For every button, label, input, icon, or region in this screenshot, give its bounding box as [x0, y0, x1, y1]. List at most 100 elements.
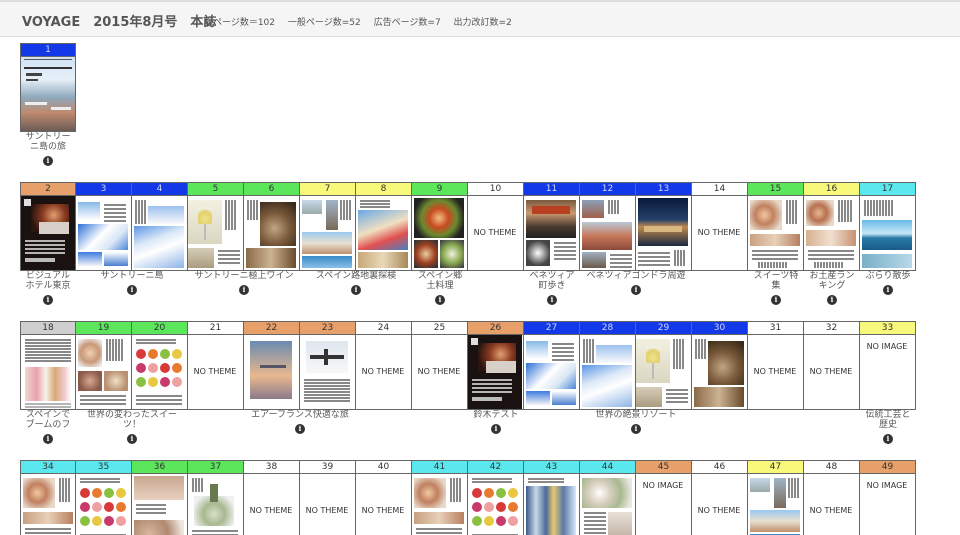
page-47[interactable]: 47	[748, 460, 804, 535]
page-28[interactable]: 28	[580, 321, 636, 410]
info-icon[interactable]: i	[127, 434, 137, 444]
page-4[interactable]: 4	[132, 182, 188, 271]
page-6[interactable]: 6	[244, 182, 300, 271]
page-42[interactable]: 42	[468, 460, 524, 535]
page-20[interactable]: 20	[132, 321, 188, 410]
theme-label[interactable]: スペイン路地裏探検	[296, 271, 416, 281]
page-26[interactable]: 26	[468, 321, 524, 410]
page-18[interactable]: 18	[20, 321, 76, 410]
theme-label[interactable]: スペイン郷 土料理	[408, 271, 472, 291]
info-icon[interactable]: i	[435, 295, 445, 305]
page-23[interactable]: 23	[300, 321, 356, 410]
theme-label[interactable]: 世界の絶景リゾート	[520, 410, 752, 420]
page-33[interactable]: 33 NO IMAGE	[860, 321, 916, 410]
page-38[interactable]: 38 NO THEME	[244, 460, 300, 535]
page-19[interactable]: 19	[76, 321, 132, 410]
info-icon[interactable]: i	[827, 295, 837, 305]
page-8[interactable]: 8	[356, 182, 412, 271]
page-21[interactable]: 21 NO THEME	[188, 321, 244, 410]
page-9[interactable]: 9	[412, 182, 468, 271]
info-icon[interactable]: i	[631, 424, 641, 434]
page-15[interactable]: 15	[748, 182, 804, 271]
theme-label[interactable]: ぶらり散歩	[856, 271, 920, 281]
page-41[interactable]: 41	[412, 460, 468, 535]
barcode-line	[770, 262, 772, 268]
page-16[interactable]: 16	[804, 182, 860, 271]
theme-label-line: ぶらり散歩	[865, 271, 911, 281]
page-34[interactable]: 34	[20, 460, 76, 535]
info-icon[interactable]: i	[883, 434, 893, 444]
info-icon[interactable]: i	[239, 285, 249, 295]
thumb-shape	[526, 341, 548, 359]
page-35[interactable]: 35	[76, 460, 132, 535]
page-10[interactable]: 10 NO THEME	[468, 182, 524, 271]
theme-label[interactable]: ビジュアル ホテル東京	[16, 271, 80, 291]
page-number: 25	[412, 322, 467, 335]
page-29[interactable]: 29	[636, 321, 692, 410]
page-36[interactable]: 36	[132, 460, 188, 535]
page-11[interactable]: 11	[524, 182, 580, 271]
barcode-line	[256, 200, 258, 220]
theme-label[interactable]: お土産ラン キング	[800, 271, 864, 291]
page-3[interactable]: 3	[76, 182, 132, 271]
page-46[interactable]: 46 NO THEME	[692, 460, 748, 535]
page-5[interactable]: 5	[188, 182, 244, 271]
page-39[interactable]: 39 NO THEME	[300, 460, 356, 535]
barcode-line	[586, 339, 588, 363]
page-27[interactable]: 27	[524, 321, 580, 410]
info-icon[interactable]: i	[771, 295, 781, 305]
page-25[interactable]: 25 NO THEME	[412, 321, 468, 410]
theme-label[interactable]: 世界の変わったスイー ツ！	[72, 410, 192, 430]
theme-label[interactable]: スペインで ブームのフ	[16, 410, 80, 430]
theme-label[interactable]: サントリー ニ島の旅	[16, 132, 80, 152]
info-icon[interactable]: i	[631, 285, 641, 295]
barcode-line	[583, 339, 585, 363]
page-12[interactable]: 12	[580, 182, 636, 271]
page-32[interactable]: 32 NO THEME	[804, 321, 860, 410]
page-7[interactable]: 7	[300, 182, 356, 271]
page-24[interactable]: 24 NO THEME	[356, 321, 412, 410]
theme-label[interactable]: ベネツィア 町歩き	[520, 271, 584, 291]
page-49[interactable]: 49 NO IMAGE	[860, 460, 916, 535]
info-icon[interactable]: i	[295, 424, 305, 434]
theme-label[interactable]: スイーツ特集	[744, 271, 808, 291]
info-icon[interactable]: i	[43, 434, 53, 444]
thumb-shape	[26, 73, 42, 76]
info-icon[interactable]: i	[491, 424, 501, 434]
page-44[interactable]: 44	[580, 460, 636, 535]
theme-label[interactable]: ベネツィアゴンドラ周遊	[576, 271, 696, 281]
barcode-line	[797, 478, 799, 498]
info-icon[interactable]: i	[43, 295, 53, 305]
page-13[interactable]: 13	[636, 182, 692, 271]
thumb-shape	[526, 391, 550, 405]
thumb-shape	[134, 520, 184, 535]
page-30[interactable]: 30	[692, 321, 748, 410]
page-22[interactable]: 22	[244, 321, 300, 410]
info-icon[interactable]: i	[351, 285, 361, 295]
fruit-shape	[508, 502, 518, 512]
page-thumbnail	[300, 335, 354, 409]
info-icon[interactable]: i	[883, 285, 893, 295]
theme-label[interactable]: 鈴木テスト	[464, 410, 528, 420]
theme-label[interactable]: サントリーニ極上ワイン	[184, 271, 304, 281]
info-icon[interactable]: i	[43, 156, 53, 166]
theme-label[interactable]: 伝統工芸と 歴史	[856, 410, 920, 430]
page-1[interactable]: 1	[20, 43, 76, 132]
info-icon[interactable]: i	[127, 285, 137, 295]
barcode-line	[876, 200, 878, 216]
page-31[interactable]: 31 NO THEME	[748, 321, 804, 410]
thumb-shape	[134, 226, 184, 268]
barcode-line	[786, 200, 788, 224]
page-48[interactable]: 48 NO THEME	[804, 460, 860, 535]
info-icon[interactable]: i	[547, 295, 557, 305]
page-17[interactable]: 17	[860, 182, 916, 271]
page-45[interactable]: 45 NO IMAGE	[636, 460, 692, 535]
thumb-shape	[246, 248, 296, 268]
page-40[interactable]: 40 NO THEME	[356, 460, 412, 535]
theme-label[interactable]: エアーフランス快適な旅	[240, 410, 360, 420]
theme-label[interactable]: サントリーニ島	[72, 271, 192, 281]
page-37[interactable]: 37	[188, 460, 244, 535]
page-43[interactable]: 43	[524, 460, 580, 535]
page-2[interactable]: 2	[20, 182, 76, 271]
page-14[interactable]: 14 NO THEME	[692, 182, 748, 271]
